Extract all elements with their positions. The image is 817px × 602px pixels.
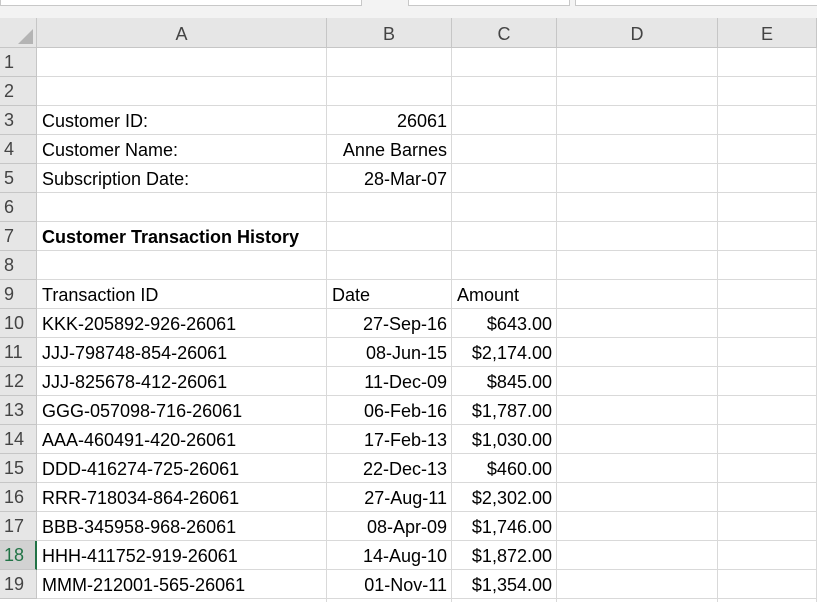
transaction-amount-cell[interactable]: $643.00 (452, 309, 557, 338)
transaction-date-cell[interactable]: 08-Apr-09 (327, 512, 452, 541)
transaction-amount-cell[interactable]: $845.00 (452, 367, 557, 396)
column-header-a[interactable]: A (37, 18, 327, 48)
select-all-button[interactable] (0, 18, 37, 48)
row-header-19[interactable]: 19 (0, 570, 37, 599)
transaction-id-cell[interactable]: HHH-411752-919-26061 (37, 541, 327, 570)
header-date[interactable]: Date (327, 280, 452, 309)
formula-bar[interactable] (408, 0, 570, 6)
select-all-triangle-icon (18, 29, 33, 44)
transaction-id-cell[interactable]: AAA-460491-420-26061 (37, 425, 327, 454)
transaction-id-cell[interactable]: KKK-205892-926-26061 (37, 309, 327, 338)
row-header-5[interactable]: 5 (0, 164, 37, 193)
row-header-9[interactable]: 9 (0, 280, 37, 309)
row-header-18[interactable]: 18 (0, 541, 37, 570)
transaction-amount-cell[interactable]: $1,787.00 (452, 396, 557, 425)
transaction-date-cell[interactable]: 06-Feb-16 (327, 396, 452, 425)
row-header-11[interactable]: 11 (0, 338, 37, 367)
transaction-id-cell[interactable]: BBB-345958-968-26061 (37, 512, 327, 541)
header-transaction-id[interactable]: Transaction ID (37, 280, 327, 309)
transaction-id-cell[interactable]: JJJ-798748-854-26061 (37, 338, 327, 367)
transaction-id-cell[interactable]: MMM-212001-565-26061 (37, 570, 327, 599)
customer-id-value[interactable]: 26061 (327, 106, 452, 135)
column-header-c[interactable]: C (452, 18, 557, 48)
transaction-date-cell[interactable]: 27-Sep-16 (327, 309, 452, 338)
row-header-6[interactable]: 6 (0, 193, 37, 222)
row-header-3[interactable]: 3 (0, 106, 37, 135)
transaction-date-cell[interactable]: 17-Feb-13 (327, 425, 452, 454)
spreadsheet-grid[interactable]: A B C D E 1 2 3 4 5 6 7 8 9 10 11 12 13 14 15 16 17 18 19 Custom… (0, 18, 817, 602)
section-title[interactable]: Customer Transaction History (37, 222, 452, 251)
column-header-e[interactable]: E (718, 18, 817, 48)
transaction-id-cell[interactable]: JJJ-825678-412-26061 (37, 367, 327, 396)
gridline-vertical (717, 48, 718, 602)
header-amount[interactable]: Amount (452, 280, 557, 309)
formula-bar-extension[interactable] (575, 0, 817, 6)
transaction-date-cell[interactable]: 01-Nov-11 (327, 570, 452, 599)
column-header-b[interactable]: B (327, 18, 452, 48)
transaction-amount-cell[interactable]: $2,302.00 (452, 483, 557, 512)
row-header-8[interactable]: 8 (0, 251, 37, 280)
row-header-17[interactable]: 17 (0, 512, 37, 541)
row-header-14[interactable]: 14 (0, 425, 37, 454)
subscription-date-label[interactable]: Subscription Date: (37, 164, 327, 193)
transaction-date-cell[interactable]: 08-Jun-15 (327, 338, 452, 367)
row-header-7[interactable]: 7 (0, 222, 37, 251)
transaction-amount-cell[interactable]: $460.00 (452, 454, 557, 483)
row-header-2[interactable]: 2 (0, 77, 37, 106)
transaction-date-cell[interactable]: 14-Aug-10 (327, 541, 452, 570)
customer-name-value[interactable]: Anne Barnes (327, 135, 452, 164)
transaction-amount-cell[interactable]: $2,174.00 (452, 338, 557, 367)
transaction-date-cell[interactable]: 11-Dec-09 (327, 367, 452, 396)
row-header-12[interactable]: 12 (0, 367, 37, 396)
column-header-d[interactable]: D (557, 18, 718, 48)
gridline-horizontal (37, 76, 817, 77)
transaction-id-cell[interactable]: GGG-057098-716-26061 (37, 396, 327, 425)
customer-name-label[interactable]: Customer Name: (37, 135, 327, 164)
row-header-16[interactable]: 16 (0, 483, 37, 512)
row-header-15[interactable]: 15 (0, 454, 37, 483)
transaction-id-cell[interactable]: DDD-416274-725-26061 (37, 454, 327, 483)
row-header-10[interactable]: 10 (0, 309, 37, 338)
toolbar-strip (0, 0, 817, 18)
row-header-1[interactable]: 1 (0, 48, 37, 77)
transaction-date-cell[interactable]: 22-Dec-13 (327, 454, 452, 483)
transaction-amount-cell[interactable]: $1,354.00 (452, 570, 557, 599)
transaction-id-cell[interactable]: RRR-718034-864-26061 (37, 483, 327, 512)
row-header-4[interactable]: 4 (0, 135, 37, 164)
transaction-amount-cell[interactable]: $1,746.00 (452, 512, 557, 541)
subscription-date-value[interactable]: 28-Mar-07 (327, 164, 452, 193)
transaction-amount-cell[interactable]: $1,030.00 (452, 425, 557, 454)
transaction-amount-cell[interactable]: $1,872.00 (452, 541, 557, 570)
customer-id-label[interactable]: Customer ID: (37, 106, 327, 135)
row-header-13[interactable]: 13 (0, 396, 37, 425)
name-box[interactable] (0, 0, 362, 6)
transaction-date-cell[interactable]: 27-Aug-11 (327, 483, 452, 512)
